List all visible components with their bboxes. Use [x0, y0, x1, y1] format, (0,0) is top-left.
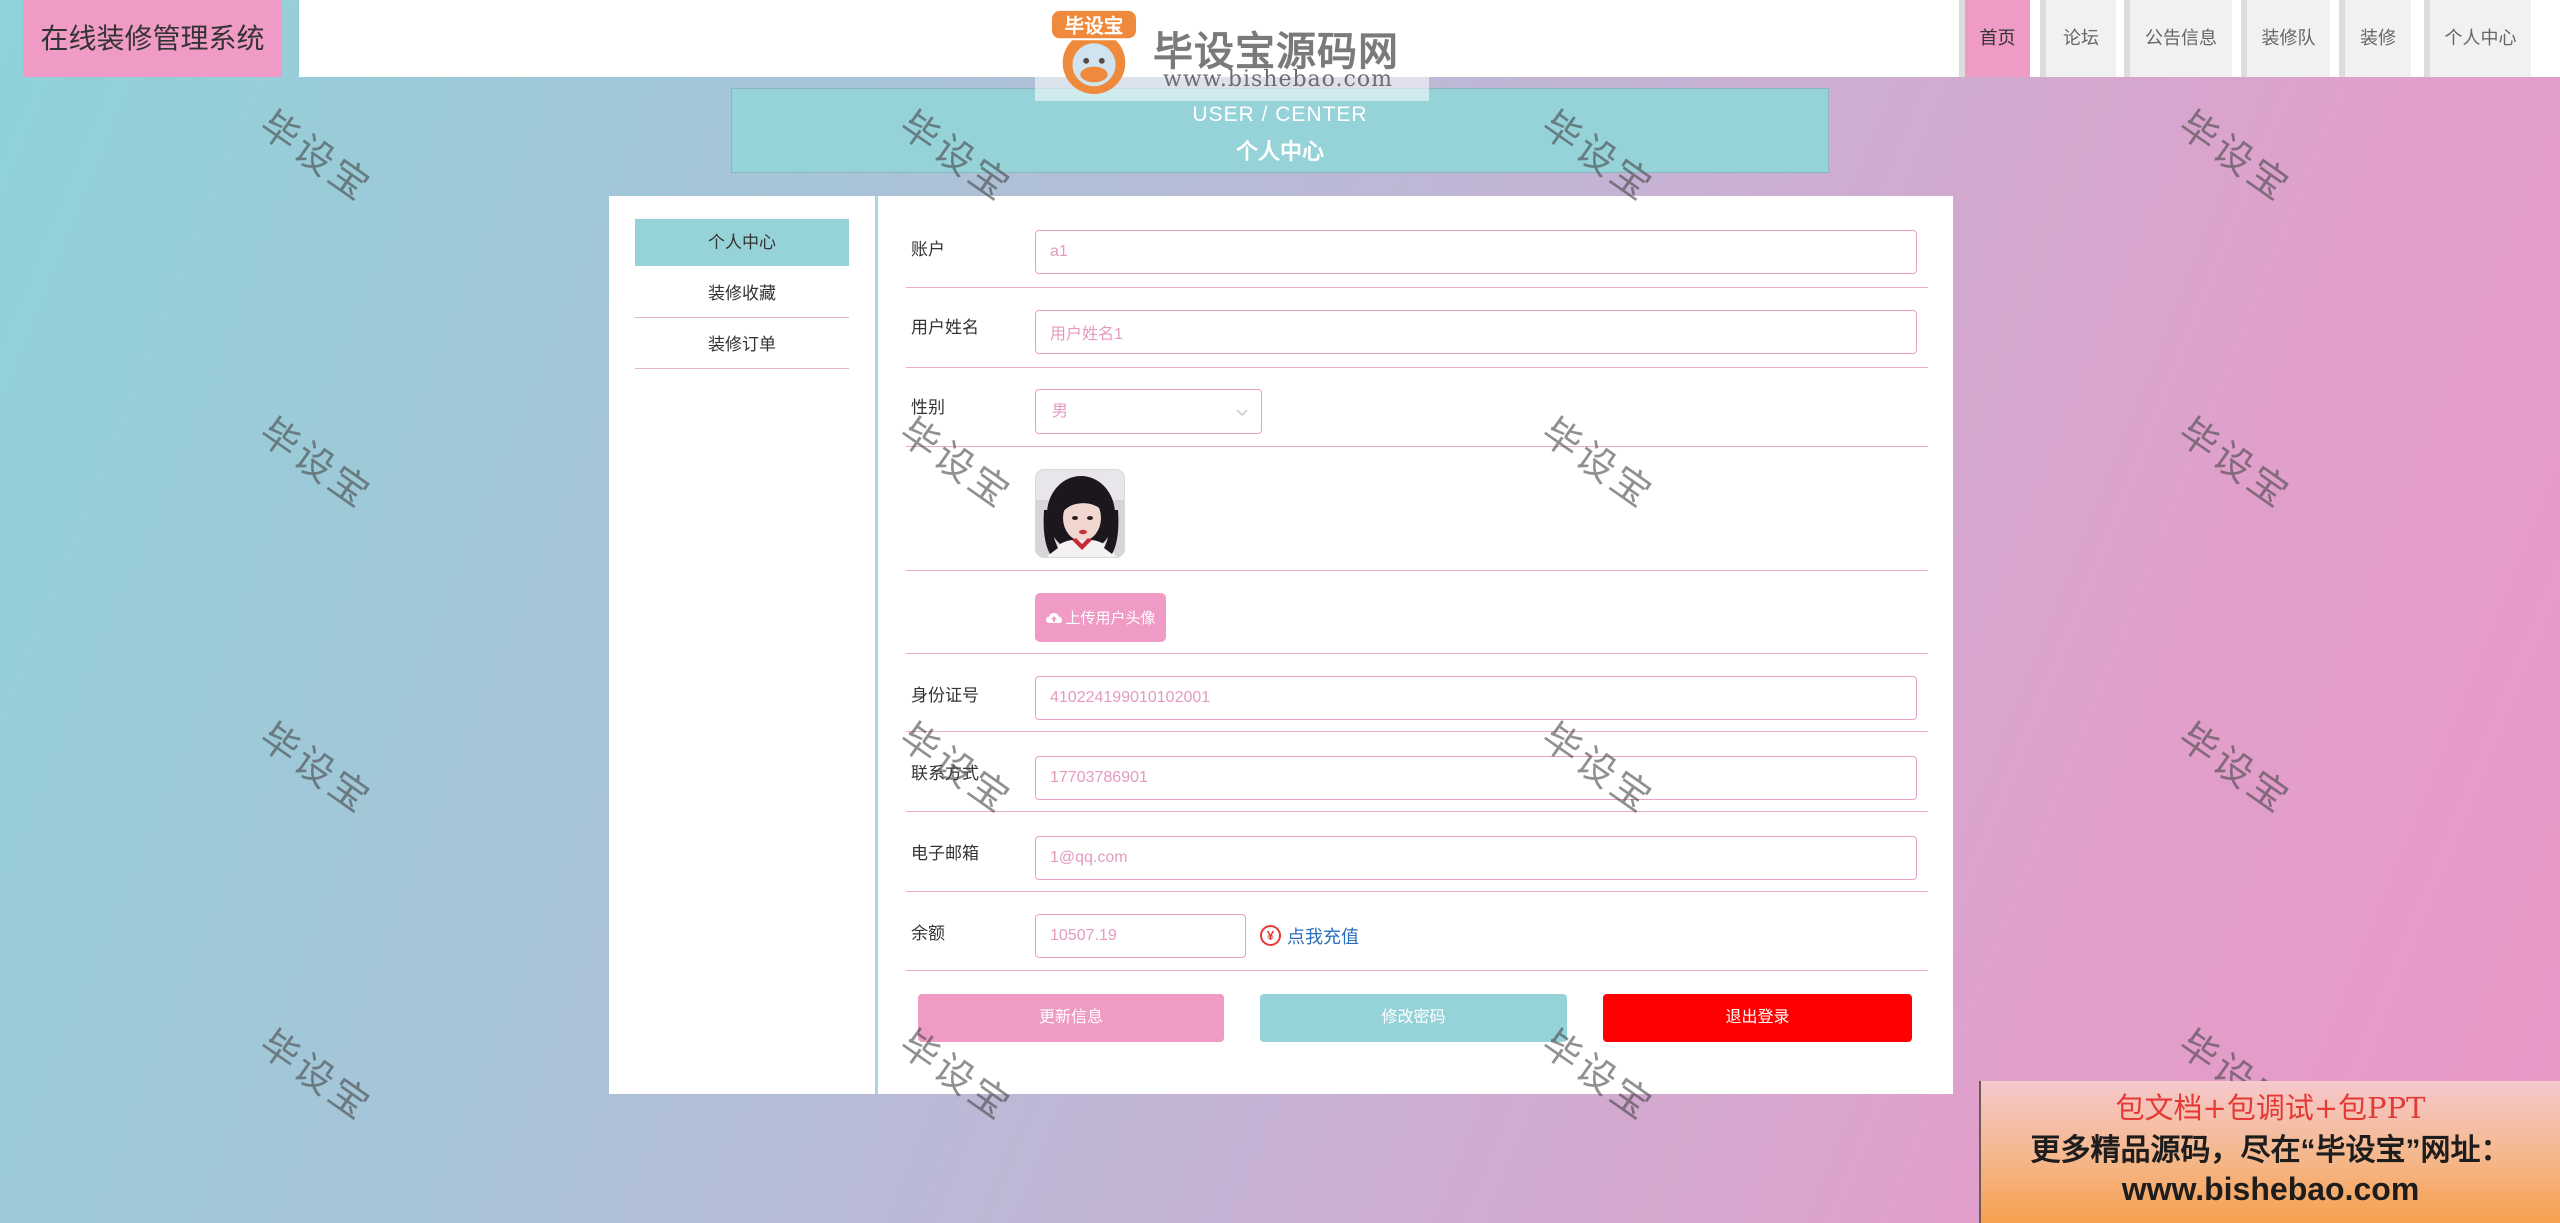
phone-field[interactable] [1035, 756, 1917, 800]
watermark-text: 毕设宝 [251, 1021, 381, 1130]
promo-line-2: 更多精品源码，尽在“毕设宝”网址： [2030, 1134, 2511, 1167]
site-title[interactable]: 在线装修管理系统 [23, 0, 282, 77]
name-label: 用户姓名 [911, 318, 979, 337]
nav-item-home[interactable]: 首页 [1959, 0, 2030, 77]
account-field[interactable] [1035, 230, 1917, 274]
recharge-link[interactable]: 点我充值 [1287, 925, 1359, 949]
cloud-upload-icon [1046, 612, 1063, 623]
change-password-button[interactable]: 修改密码 [1260, 994, 1567, 1042]
nav-item-user-center[interactable]: 个人中心 [2424, 0, 2531, 77]
promo-line-1: 包文档+包调试+包PPT [2115, 1091, 2426, 1125]
chevron-down-icon [1236, 409, 1248, 417]
watermark-text: 毕设宝 [2170, 102, 2300, 211]
watermark-text: 毕设宝 [2170, 409, 2300, 518]
promo-url: www.bishebao.com [2121, 1171, 2420, 1207]
row-divider [906, 970, 1928, 971]
page-header-title: 个人中心 [1235, 139, 1324, 164]
gender-label: 性别 [911, 398, 945, 417]
sidebar-item-orders[interactable]: 装修订单 [635, 320, 849, 369]
row-divider [906, 367, 1928, 368]
row-divider [906, 446, 1928, 447]
page-header: USER / CENTER 个人中心 [731, 88, 1829, 173]
email-label: 电子邮箱 [911, 844, 979, 863]
balance-field[interactable] [1035, 914, 1246, 958]
update-info-button[interactable]: 更新信息 [918, 994, 1224, 1042]
panel-divider [875, 196, 878, 1094]
nav-item-renovation[interactable]: 装修 [2339, 0, 2411, 77]
upload-avatar-label: 上传用户头像 [1065, 610, 1156, 627]
balance-label: 余额 [911, 924, 945, 943]
promo-banner[interactable]: 包文档+包调试+包PPT 更多精品源码，尽在“毕设宝”网址： www.bishe… [1979, 1081, 2560, 1223]
phone-label: 联系方式 [911, 764, 979, 783]
gender-select-value: 男 [1052, 403, 1069, 420]
id-card-field[interactable] [1035, 676, 1917, 720]
logout-button[interactable]: 退出登录 [1603, 994, 1912, 1042]
row-divider [906, 287, 1928, 288]
row-divider [906, 570, 1928, 571]
nav-item-forum[interactable]: 论坛 [2040, 0, 2116, 77]
row-divider [906, 653, 1928, 654]
sidebar-item-favorites[interactable]: 装修收藏 [635, 269, 849, 318]
watermark-text: 毕设宝 [251, 102, 381, 211]
watermark-text: 毕设宝 [251, 714, 381, 823]
gender-select[interactable]: 男 [1035, 389, 1262, 434]
avatar-image [1036, 470, 1124, 557]
nav-item-announcements[interactable]: 公告信息 [2124, 0, 2232, 77]
watermark-text: 毕设宝 [251, 409, 381, 518]
avatar [1035, 469, 1125, 558]
row-divider [906, 891, 1928, 892]
row-divider [906, 811, 1928, 812]
yen-circle-icon[interactable]: ¥ [1260, 925, 1281, 946]
sidebar-item-user-center[interactable]: 个人中心 [635, 219, 849, 266]
upload-avatar-button[interactable]: 上传用户头像 [1035, 593, 1166, 642]
nav-item-renovation-teams[interactable]: 装修队 [2241, 0, 2330, 77]
id-card-label: 身份证号 [911, 686, 979, 705]
email-field[interactable] [1035, 836, 1917, 880]
row-divider [906, 731, 1928, 732]
account-label: 账户 [911, 240, 945, 259]
page-header-subtitle: USER / CENTER [1192, 103, 1368, 126]
name-field[interactable] [1035, 310, 1917, 354]
watermark-text: 毕设宝 [2170, 714, 2300, 823]
